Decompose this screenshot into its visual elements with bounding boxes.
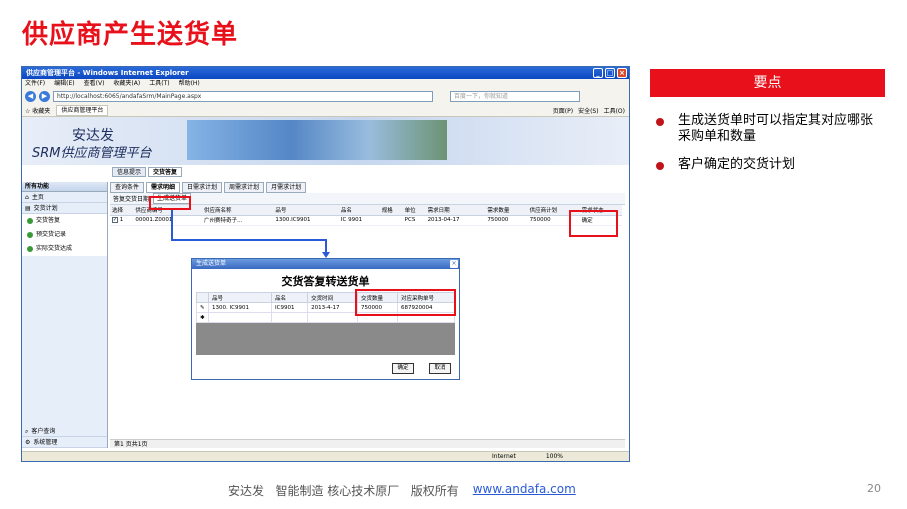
page-number: 20 [867,482,881,495]
slide-title: 供应商产生送货单 [22,20,239,50]
sidebar-item-system[interactable]: ⚙ 系统管理 [22,437,107,448]
generate-delivery-dialog: 生成送货单 × 交货答复转送货单 品号 品名 交货时间 交货数量 对应采购单号 ✎ 1… [191,258,460,380]
sidebar-item-actual-delivery[interactable]: 实际交货达成 [22,242,107,256]
tab-monthly-plan[interactable]: 月需求计划 [266,182,307,193]
sidebar-item-customer-query[interactable]: ⌕ 客户查询 [22,426,107,437]
menu-tools[interactable]: 工具(T) [149,79,169,89]
new-row-icon: ✱ [196,312,209,323]
tab-delivery-reply[interactable]: 交货答复 [148,167,183,177]
bullet-icon [656,118,664,126]
folder-icon: ▤ [25,205,31,212]
reply-date-button[interactable]: 答复交货日期 [113,194,149,203]
highlight-generate-button [149,196,191,210]
menu-help[interactable]: 帮助(H) [179,79,200,89]
favorites-bar: ☆ 收藏夹 供应商管理平台 页面(P) 安全(S) 工具(O) [22,104,629,117]
app-banner: 安达发 SRM供应商管理平台 [22,117,629,165]
browser-tab[interactable]: 供应商管理平台 [56,104,109,116]
connector-line [171,239,326,241]
home-icon: ⌂ [25,194,29,201]
sidebar-item-delivery-plan[interactable]: ▤ 交货计划 [22,203,107,214]
green-dot-icon [27,246,33,252]
close-icon[interactable]: × [617,68,627,78]
sidebar-header: 所有功能 [22,182,107,192]
menu-favorites[interactable]: 收藏夹(A) [113,79,140,89]
browser-title-bar: 供应商管理平台 - Windows Internet Explorer _ □ … [22,67,629,79]
zone-label: Internet [492,453,516,460]
brand-subtitle: SRM供应商管理平台 [32,146,152,161]
sidebar-item-pre-delivery[interactable]: 预交货记录 [22,228,107,242]
tools-menu[interactable]: 工具(O) [604,106,625,115]
address-bar-row: ◀ ▶ http://localhost:6065/andafaSrm/Main… [22,89,629,104]
favorites-button[interactable]: ☆ 收藏夹 [25,106,50,115]
back-icon[interactable]: ◀ [25,91,36,102]
footer-link[interactable]: www.andafa.com [473,482,576,499]
key-points-header: 要点 [650,69,885,97]
footer-text: 安达发 智能制造 核心技术原厂 版权所有 [228,484,459,498]
footer: 安达发 智能制造 核心技术原厂 版权所有 www.andafa.com [228,482,576,499]
minimize-icon[interactable]: _ [593,68,603,78]
safety-menu[interactable]: 安全(S) [578,106,599,115]
menu-edit[interactable]: 编辑(E) [54,79,74,89]
menu-file[interactable]: 文件(F) [25,79,45,89]
sidebar-item-home[interactable]: ⌂ 主页 [22,192,107,203]
tab-info[interactable]: 信息提示 [112,167,147,177]
sidebar-item-delivery-reply[interactable]: 交货答复 [22,214,107,228]
close-icon[interactable]: × [450,260,458,268]
green-dot-icon [27,232,33,238]
tab-query[interactable]: 查询条件 [110,182,145,193]
ok-button[interactable]: 确定 [392,363,414,374]
row-checkbox[interactable]: ✓ [112,217,118,223]
connector-line [171,210,173,240]
address-input[interactable]: http://localhost:6065/andafaSrm/MainPage… [53,91,433,102]
banner-image [187,120,447,160]
gear-icon: ⚙ [25,439,31,446]
browser-menu: 文件(F) 编辑(E) 查看(V) 收藏夹(A) 工具(T) 帮助(H) [22,79,629,89]
maximize-icon[interactable]: □ [605,68,615,78]
key-points-list: 生成送货单时可以指定其对应哪张采购单和数量 客户确定的交货计划 [656,113,876,185]
highlight-qty-po [355,289,456,316]
cancel-button[interactable]: 取消 [429,363,451,374]
highlight-status-column [569,210,618,237]
list-item: 生成送货单时可以指定其对应哪张采购单和数量 [656,113,876,145]
info-tabs: 信息提示 交货答复 [112,167,183,177]
sub-tabs: 查询条件 需求明细 日需求计划 周需求计划 月需求计划 [110,182,625,193]
tab-demand-detail[interactable]: 需求明细 [146,182,181,193]
status-bar: Internet 100% [22,451,629,461]
edit-icon: ✎ [196,302,209,313]
tab-daily-plan[interactable]: 日需求计划 [182,182,223,193]
menu-view[interactable]: 查看(V) [84,79,105,89]
forward-icon[interactable]: ▶ [39,91,50,102]
search-icon: ⌕ [25,428,29,435]
dialog-heading: 交货答复转送货单 [281,275,370,288]
green-dot-icon [27,218,33,224]
tab-weekly-plan[interactable]: 周需求计划 [224,182,265,193]
search-input[interactable]: 百度一下，你就知道 [450,91,580,102]
dialog-title-bar: 生成送货单 × [192,259,459,269]
list-item: 客户确定的交货计划 [656,157,876,173]
zoom-label[interactable]: 100% [546,453,563,460]
table-row[interactable]: ✓ 1 00001.Z0001 广州赛特奇子… 1300.IC9901 IC 9… [110,215,622,226]
browser-title: 供应商管理平台 - Windows Internet Explorer [26,69,189,77]
page-menu[interactable]: 页面(P) [553,106,573,115]
bullet-icon [656,162,664,170]
pager[interactable]: 第1 页共1页 [110,439,625,448]
sidebar: 所有功能 ⌂ 主页 ▤ 交货计划 交货答复 预交货记录 实际交货达成 ⌕ 客户查询 ⚙… [22,182,108,448]
